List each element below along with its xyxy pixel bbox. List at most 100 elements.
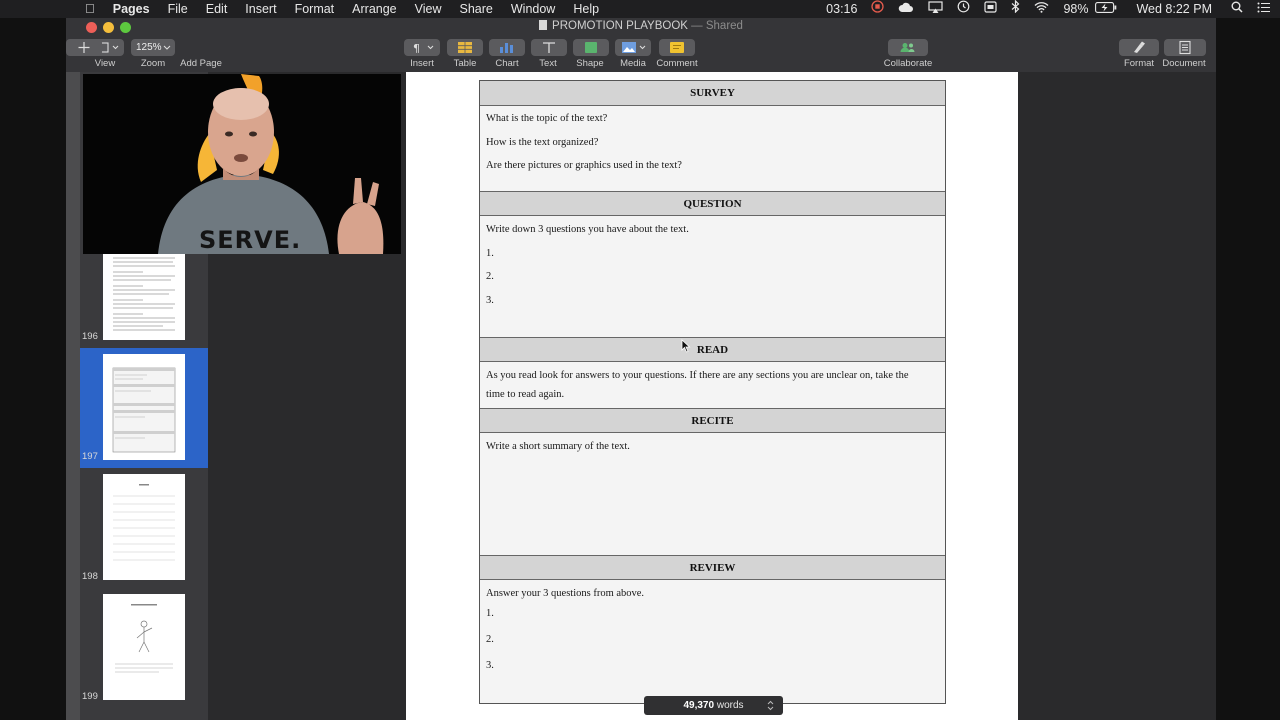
- document-icon: [1179, 40, 1191, 55]
- format-button[interactable]: [1119, 39, 1159, 56]
- survey-line-2: How is the text organized?: [486, 137, 599, 148]
- plus-icon: [78, 42, 90, 53]
- zoom-select[interactable]: 125%: [131, 39, 175, 56]
- chevron-down-icon: [163, 45, 171, 50]
- page-number-198: 198: [82, 571, 98, 582]
- word-count-value: 49,370: [683, 700, 715, 711]
- menu-insert[interactable]: Insert: [236, 0, 285, 18]
- menu-view[interactable]: View: [406, 0, 451, 18]
- page-thumbnail-196[interactable]: [103, 254, 185, 340]
- menubar-clock[interactable]: Wed 8:22 PM: [1124, 0, 1224, 18]
- section-body-review[interactable]: Answer your 3 questions from above. 1. 2…: [480, 580, 945, 703]
- window-edge: [66, 72, 80, 720]
- page-thumbnail-197[interactable]: [103, 354, 185, 460]
- table-button[interactable]: [447, 39, 483, 56]
- desktop-right: [1216, 18, 1280, 720]
- record-icon[interactable]: [864, 0, 891, 18]
- read-line-2: time to read again.: [486, 389, 565, 400]
- canvas-margin-right: [1018, 72, 1216, 720]
- shape-icon: [585, 42, 597, 53]
- menu-help[interactable]: Help: [564, 0, 608, 18]
- section-heading-recite[interactable]: RECITE: [480, 408, 945, 433]
- review-item-3: 3.: [486, 660, 494, 671]
- media-button[interactable]: [615, 39, 651, 56]
- display-icon[interactable]: [977, 0, 1004, 18]
- read-line-1: As you read look for answers to your que…: [486, 370, 909, 381]
- word-count-label: words: [716, 700, 744, 711]
- zoom-value: 125%: [136, 42, 162, 53]
- menu-format[interactable]: Format: [286, 0, 344, 18]
- wifi-icon[interactable]: [1027, 0, 1056, 18]
- menu-window[interactable]: Window: [502, 0, 564, 18]
- battery-charging-icon[interactable]: [1095, 0, 1124, 18]
- menu-app-name[interactable]: Pages: [104, 0, 159, 18]
- status-area: 03:16 98% Wed 8:22 PM: [819, 0, 1280, 18]
- menu-edit[interactable]: Edit: [197, 0, 237, 18]
- shirt-text: SERVE.: [199, 226, 302, 254]
- section-body-question[interactable]: Write down 3 questions you have about th…: [480, 216, 945, 337]
- review-item-1: 1.: [486, 608, 494, 619]
- sq3r-table[interactable]: SURVEY What is the topic of the text? Ho…: [479, 80, 946, 704]
- menu-arrange[interactable]: Arrange: [343, 0, 405, 18]
- section-heading-read[interactable]: READ: [480, 337, 945, 362]
- shared-label: — Shared: [691, 20, 743, 32]
- bluetooth-icon[interactable]: [1004, 0, 1027, 18]
- thumbnail-text-lines: [113, 257, 175, 331]
- thumbnail-table-layout: [112, 367, 176, 453]
- review-line-1: Answer your 3 questions from above.: [486, 588, 645, 599]
- menu-file[interactable]: File: [159, 0, 197, 18]
- section-heading-question[interactable]: QUESTION: [480, 191, 945, 216]
- question-item-2: 2.: [486, 271, 494, 282]
- section-body-recite[interactable]: Write a short summary of the text.: [480, 433, 945, 555]
- add-page-button[interactable]: [66, 39, 102, 56]
- paragraph-icon: ¶: [413, 42, 434, 55]
- comment-button[interactable]: [659, 39, 695, 56]
- table-icon: [458, 42, 472, 53]
- word-count-indicator[interactable]: 49,370 words: [644, 696, 783, 715]
- page-number-196: 196: [82, 331, 98, 342]
- insert-button[interactable]: ¶: [404, 39, 440, 56]
- svg-text:¶: ¶: [413, 42, 420, 55]
- page-number-197: 197: [82, 451, 98, 462]
- add-page-label: Add Page: [180, 58, 222, 69]
- survey-line-1: What is the topic of the text?: [486, 113, 608, 124]
- apple-menu-icon[interactable]: : [76, 0, 104, 18]
- collaborate-button[interactable]: [888, 39, 928, 56]
- question-line-1: Write down 3 questions you have about th…: [486, 224, 689, 235]
- thumbnail-ruled-lines: [113, 484, 175, 561]
- survey-line-3: Are there pictures or graphics used in t…: [486, 160, 682, 171]
- shape-button[interactable]: [573, 39, 609, 56]
- stepper-arrows-icon: [767, 700, 774, 711]
- section-heading-review[interactable]: REVIEW: [480, 555, 945, 580]
- chart-icon: [500, 43, 513, 53]
- window-title-bar: PROMOTION PLAYBOOK — Shared: [66, 20, 1216, 32]
- window-toolbar: PROMOTION PLAYBOOK — Shared View 125% Zo…: [66, 18, 1216, 73]
- section-body-read[interactable]: As you read look for answers to your que…: [480, 362, 945, 408]
- notification-center-icon[interactable]: [1250, 0, 1280, 18]
- section-heading-survey[interactable]: SURVEY: [480, 81, 945, 106]
- text-button[interactable]: [531, 39, 567, 56]
- window-title: PROMOTION PLAYBOOK: [552, 20, 688, 32]
- question-item-3: 3.: [486, 295, 494, 306]
- chart-button[interactable]: [489, 39, 525, 56]
- desktop-left: [0, 18, 66, 720]
- airplay-icon[interactable]: [921, 0, 950, 18]
- battery-percent[interactable]: 98%: [1056, 0, 1095, 18]
- webcam-video-overlay: SERVE.: [83, 74, 401, 254]
- page-thumbnail-199[interactable]: [103, 594, 185, 700]
- timer-readout: 03:16: [826, 2, 858, 16]
- collaborate-icon: [900, 43, 915, 52]
- spotlight-search-icon[interactable]: [1224, 0, 1250, 18]
- document-button[interactable]: [1164, 39, 1206, 56]
- comment-icon: [670, 42, 684, 53]
- text-box-icon: [543, 42, 555, 53]
- time-machine-icon[interactable]: [950, 0, 977, 18]
- question-item-1: 1.: [486, 248, 494, 259]
- section-body-survey[interactable]: What is the topic of the text? How is th…: [480, 106, 945, 191]
- page-number-199: 199: [82, 691, 98, 702]
- menu-bar:  Pages File Edit Insert Format Arrange …: [0, 0, 1280, 18]
- page-thumbnail-198[interactable]: [103, 474, 185, 580]
- cloud-icon[interactable]: [891, 0, 921, 18]
- thumbnail-figure-page: [115, 604, 173, 673]
- menu-share[interactable]: Share: [451, 0, 502, 18]
